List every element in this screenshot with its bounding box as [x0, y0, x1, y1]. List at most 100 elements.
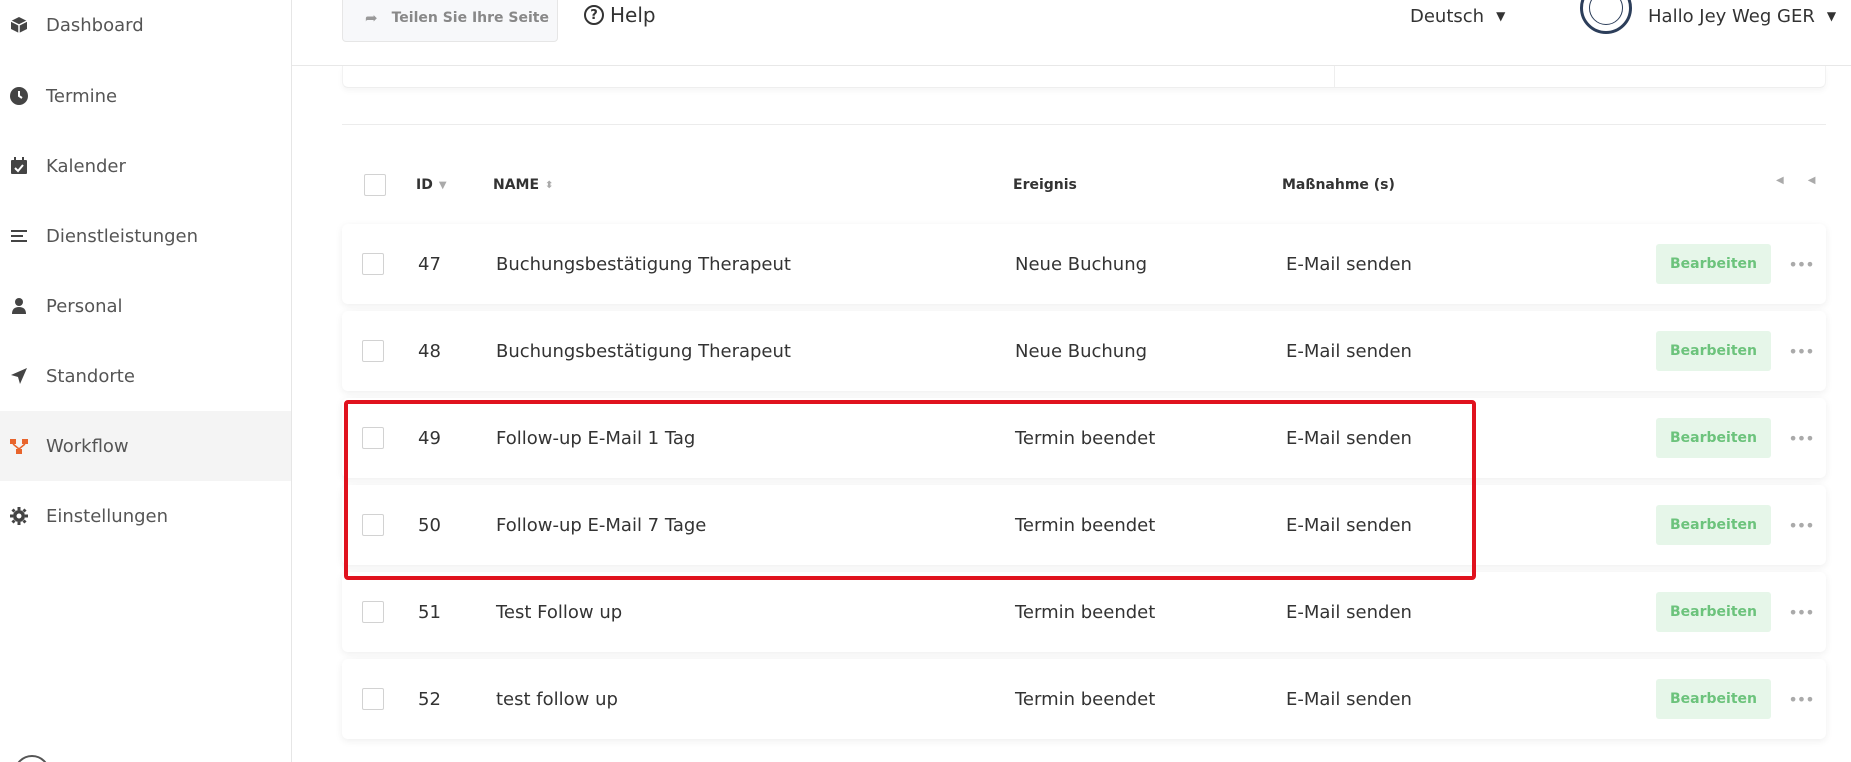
select-all-checkbox[interactable] — [364, 160, 386, 210]
edit-button[interactable]: Bearbeiten — [1656, 505, 1771, 545]
avatar[interactable] — [14, 755, 50, 762]
logo-seal-icon — [1589, 0, 1623, 25]
sidebar-item-personal[interactable]: Personal — [0, 271, 291, 341]
workflow-icon — [8, 435, 30, 457]
edit-button[interactable]: Bearbeiten — [1656, 418, 1771, 458]
sidebar-item-label: Kalender — [46, 155, 126, 177]
row-checkbox[interactable] — [362, 485, 384, 565]
row-checkbox[interactable] — [362, 659, 384, 739]
sidebar-item-label: Dienstleistungen — [46, 225, 199, 247]
row-name: Follow-up E-Mail 7 Tage — [496, 514, 707, 536]
column-name-label: NAME — [493, 177, 540, 193]
row-checkbox[interactable] — [362, 224, 384, 304]
sidebar-item-kalender[interactable]: Kalender — [0, 131, 291, 201]
divider — [1334, 66, 1335, 88]
row-id: 52 — [418, 688, 441, 710]
table-row[interactable]: 47 Buchungsbestätigung Therapeut Neue Bu… — [342, 224, 1826, 304]
sidebar-item-label: Einstellungen — [46, 505, 169, 527]
topbar: ➦ Teilen Sie Ihre Seite ? Help Deutsch ▼… — [292, 0, 1851, 66]
location-arrow-icon — [8, 365, 30, 387]
row-checkbox[interactable] — [362, 572, 384, 652]
sidebar-item-dienstleistungen[interactable]: Dienstleistungen — [0, 201, 291, 271]
edit-button[interactable]: Bearbeiten — [1656, 244, 1771, 284]
sidebar-item-termine[interactable]: Termine — [0, 61, 291, 131]
more-options-icon[interactable]: ••• — [1788, 485, 1814, 565]
row-event: Neue Buchung — [1015, 340, 1148, 362]
row-name: Buchungsbestätigung Therapeut — [496, 340, 791, 362]
share-page-label: Teilen Sie Ihre Seite — [391, 10, 549, 26]
more-options-icon[interactable]: ••• — [1788, 398, 1814, 478]
row-action: E-Mail senden — [1286, 688, 1412, 710]
row-checkbox[interactable] — [362, 398, 384, 478]
sidebar-item-dashboard[interactable]: Dashboard — [0, 0, 291, 60]
more-options-icon[interactable]: ••• — [1788, 572, 1814, 652]
more-options-icon[interactable]: ••• — [1788, 224, 1814, 304]
edit-button[interactable]: Bearbeiten — [1656, 679, 1771, 719]
help-label: Help — [610, 3, 656, 27]
user-greeting: Hallo Jey Weg GER — [1648, 5, 1815, 27]
row-name: Test Follow up — [496, 601, 623, 623]
more-options-icon[interactable]: ••• — [1788, 311, 1814, 391]
table-row[interactable]: 48 Buchungsbestätigung Therapeut Neue Bu… — [342, 311, 1826, 391]
clock-icon — [8, 85, 30, 107]
sidebar-item-label: Termine — [46, 85, 118, 107]
language-select[interactable]: Deutsch ▼ — [1410, 2, 1505, 30]
chevron-down-icon: ▼ — [1826, 9, 1837, 23]
sidebar-item-workflow[interactable]: Workflow — [0, 411, 291, 481]
sidebar-item-label: Dashboard — [46, 14, 144, 36]
help-link[interactable]: ? Help — [584, 0, 656, 30]
prev-icon[interactable]: ◀ — [1776, 175, 1784, 195]
sort-desc-icon: ▼ — [438, 179, 447, 191]
row-action: E-Mail senden — [1286, 253, 1412, 275]
avatar[interactable] — [1580, 0, 1632, 34]
divider — [342, 124, 1826, 125]
list-icon — [8, 225, 30, 247]
prev-icon[interactable]: ◀ — [1808, 175, 1816, 195]
table-row[interactable]: 51 Test Follow up Termin beendet E-Mail … — [342, 572, 1826, 652]
row-action: E-Mail senden — [1286, 340, 1412, 362]
sort-icon: ⬍ — [545, 179, 554, 191]
sidebar-item-label: Workflow — [46, 435, 129, 457]
edit-button[interactable]: Bearbeiten — [1656, 592, 1771, 632]
filter-card — [342, 66, 1826, 88]
share-icon: ➦ — [365, 9, 378, 27]
chevron-down-icon: ▼ — [1496, 9, 1506, 23]
row-id: 47 — [418, 253, 441, 275]
column-id-label: ID — [416, 177, 433, 193]
more-options-icon[interactable]: ••• — [1788, 659, 1814, 739]
table-row[interactable]: 49 Follow-up E-Mail 1 Tag Termin beendet… — [342, 398, 1826, 478]
share-page-button[interactable]: ➦ Teilen Sie Ihre Seite — [342, 0, 558, 42]
edit-button[interactable]: Bearbeiten — [1656, 331, 1771, 371]
calendar-icon — [8, 155, 30, 177]
column-name[interactable]: NAME ⬍ — [493, 160, 553, 210]
table-row[interactable]: 52 test follow up Termin beendet E-Mail … — [342, 659, 1826, 739]
row-id: 50 — [418, 514, 441, 536]
language-label: Deutsch — [1410, 5, 1485, 27]
sidebar-item-einstellungen[interactable]: Einstellungen — [0, 481, 291, 551]
row-event: Termin beendet — [1015, 427, 1156, 449]
row-action: E-Mail senden — [1286, 427, 1412, 449]
user-menu[interactable]: Hallo Jey Weg GER ▼ — [1648, 2, 1836, 30]
table-header: ID ▼ NAME ⬍ Ereignis Maßnahme (s) — [342, 160, 1826, 210]
sidebar-item-standorte[interactable]: Standorte — [0, 341, 291, 411]
sidebar: Dashboard Termine Kalender Dienstleistun… — [0, 0, 292, 762]
row-id: 51 — [418, 601, 441, 623]
row-checkbox[interactable] — [362, 311, 384, 391]
gear-icon — [8, 505, 30, 527]
row-name: test follow up — [496, 688, 618, 710]
row-event: Termin beendet — [1015, 514, 1156, 536]
column-event-label: Ereignis — [1013, 177, 1077, 193]
sidebar-item-label: Personal — [46, 295, 123, 317]
row-action: E-Mail senden — [1286, 514, 1412, 536]
table-row[interactable]: 50 Follow-up E-Mail 7 Tage Termin beende… — [342, 485, 1826, 565]
box-icon — [8, 14, 30, 36]
column-id[interactable]: ID ▼ — [416, 160, 447, 210]
column-action-label: Maßnahme (s) — [1282, 177, 1395, 193]
row-name: Follow-up E-Mail 1 Tag — [496, 427, 696, 449]
row-event: Termin beendet — [1015, 688, 1156, 710]
row-id: 49 — [418, 427, 441, 449]
question-icon: ? — [584, 5, 604, 25]
row-event: Neue Buchung — [1015, 253, 1148, 275]
column-event: Ereignis — [1013, 160, 1077, 210]
column-action: Maßnahme (s) — [1282, 160, 1395, 210]
